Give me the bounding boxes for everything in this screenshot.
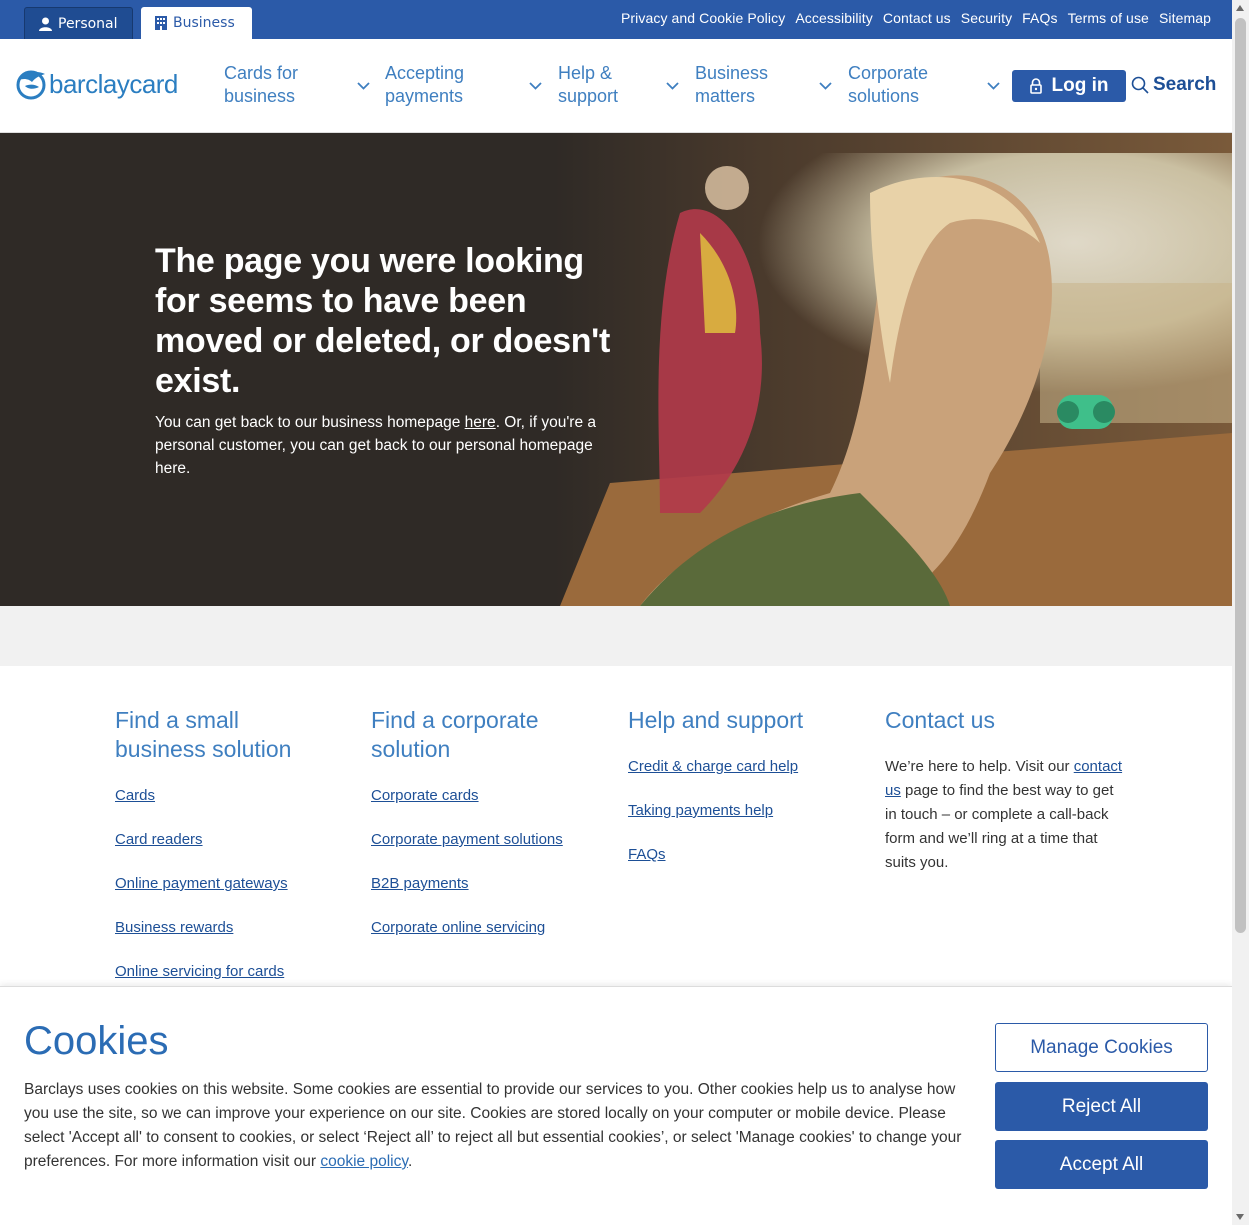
nav-label: Business matters — [695, 63, 769, 106]
scroll-down-arrow-icon[interactable] — [1236, 1214, 1244, 1220]
personal-homepage-link[interactable]: here — [155, 460, 186, 477]
eagle-logo-icon — [16, 70, 46, 100]
footer-heading: Find a small business solution — [115, 707, 292, 762]
manage-cookies-button[interactable]: Manage Cookies — [995, 1023, 1208, 1072]
utility-bar: Personal Business Privacy and Cookie Pol… — [0, 0, 1232, 39]
chevron-down-icon — [666, 82, 679, 90]
cookie-text: Barclays uses cookies on this website. S… — [24, 1078, 974, 1174]
search-button[interactable]: Search — [1131, 74, 1216, 96]
page-title: The page you were looking for seems to h… — [155, 242, 610, 400]
scrollbar-thumb[interactable] — [1235, 18, 1246, 933]
contact-text-part: page to find the best way to get in touc… — [885, 782, 1114, 871]
footer-links: Find a small business solution Cards Car… — [0, 666, 1232, 986]
nav-accepting-payments[interactable]: Accepting payments — [385, 62, 542, 108]
footer-heading: Find a corporate solution — [371, 707, 539, 762]
footer-link-corporate-online-servicing[interactable]: Corporate online servicing — [371, 916, 563, 960]
link-sitemap[interactable]: Sitemap — [1159, 10, 1211, 26]
utility-links: Privacy and Cookie Policy Accessibility … — [621, 10, 1211, 26]
nav-label: Accepting payments — [385, 63, 465, 106]
tab-personal-label: Personal — [58, 15, 118, 32]
reject-all-button[interactable]: Reject All — [995, 1082, 1208, 1131]
chevron-down-icon — [529, 82, 542, 90]
footer-link-corporate-payment-solutions[interactable]: Corporate payment solutions — [371, 828, 563, 872]
footer-link-card-help[interactable]: Credit & charge card help — [628, 755, 803, 799]
cookie-text-end: . — [407, 1153, 413, 1170]
tab-business[interactable]: Business — [141, 7, 252, 39]
scroll-up-arrow-icon[interactable] — [1236, 5, 1244, 11]
link-privacy[interactable]: Privacy and Cookie Policy — [621, 10, 785, 26]
footer-link-online-payment-gateways[interactable]: Online payment gateways — [115, 872, 291, 916]
nav-corporate-solutions[interactable]: Corporate solutions — [848, 62, 1000, 108]
nav-label: Corporate solutions — [848, 63, 929, 106]
footer-link-cards[interactable]: Cards — [115, 784, 291, 828]
chevron-down-icon — [357, 82, 370, 90]
hero-text-part: . — [186, 460, 191, 477]
link-terms[interactable]: Terms of use — [1068, 10, 1149, 26]
nav-help-support[interactable]: Help & support — [558, 62, 679, 108]
accept-all-button[interactable]: Accept All — [995, 1140, 1208, 1189]
link-contact[interactable]: Contact us — [883, 10, 951, 26]
footer-link-business-rewards[interactable]: Business rewards — [115, 916, 291, 960]
nav-label: Cards for business — [224, 63, 299, 106]
footer-link-taking-payments-help[interactable]: Taking payments help — [628, 799, 803, 843]
search-icon — [1131, 76, 1149, 94]
cookie-title: Cookies — [24, 1019, 169, 1063]
contact-text-part: We’re here to help. Visit our — [885, 758, 1074, 775]
nav-cards-for-business[interactable]: Cards for business — [224, 62, 370, 108]
barclaycard-logo[interactable]: barclaycard — [15, 68, 178, 100]
tab-personal[interactable]: Personal — [24, 7, 133, 39]
link-security[interactable]: Security — [961, 10, 1012, 26]
footer-col-contact: Contact us We’re here to help. Visit our… — [885, 706, 1125, 875]
person-icon — [39, 17, 52, 31]
tab-business-label: Business — [173, 15, 235, 31]
login-label: Log in — [1051, 75, 1109, 96]
lock-icon — [1029, 78, 1042, 94]
divider-band — [0, 606, 1232, 666]
logo-wordmark: barclaycard — [49, 68, 178, 99]
footer-link-card-readers[interactable]: Card readers — [115, 828, 291, 872]
link-faqs[interactable]: FAQs — [1022, 10, 1057, 26]
business-homepage-link[interactable]: here — [465, 414, 496, 431]
chevron-down-icon — [987, 82, 1000, 90]
footer-link-faqs[interactable]: FAQs — [628, 843, 803, 887]
chevron-down-icon — [819, 82, 832, 90]
footer-col-help: Help and support Credit & charge card he… — [628, 706, 803, 887]
hero-description: You can get back to our business homepag… — [155, 411, 610, 480]
cookie-banner: Cookies Barclays uses cookies on this we… — [0, 986, 1232, 1225]
main-nav: barclaycard Cards for business Accepting… — [0, 39, 1232, 133]
search-label: Search — [1153, 74, 1217, 95]
page-scrollbar[interactable] — [1232, 0, 1249, 1225]
nav-business-matters[interactable]: Business matters — [695, 62, 832, 108]
contact-text: We’re here to help. Visit our contact us… — [885, 755, 1125, 875]
hero-text-part: You can get back to our business homepag… — [155, 414, 465, 431]
building-icon — [155, 16, 167, 30]
cookie-policy-link[interactable]: cookie policy — [320, 1153, 408, 1170]
footer-heading: Contact us — [885, 707, 995, 733]
login-button[interactable]: Log in — [1012, 70, 1126, 102]
link-accessibility[interactable]: Accessibility — [795, 10, 873, 26]
footer-col-small-business: Find a small business solution Cards Car… — [115, 706, 291, 1004]
cookie-text-body: Barclays uses cookies on this website. S… — [24, 1081, 962, 1170]
nav-label: Help & support — [558, 63, 619, 106]
footer-heading: Help and support — [628, 707, 804, 733]
footer-link-b2b-payments[interactable]: B2B payments — [371, 872, 563, 916]
hero-banner: The page you were looking for seems to h… — [0, 133, 1232, 606]
footer-link-corporate-cards[interactable]: Corporate cards — [371, 784, 563, 828]
footer-col-corporate: Find a corporate solution Corporate card… — [371, 706, 563, 960]
